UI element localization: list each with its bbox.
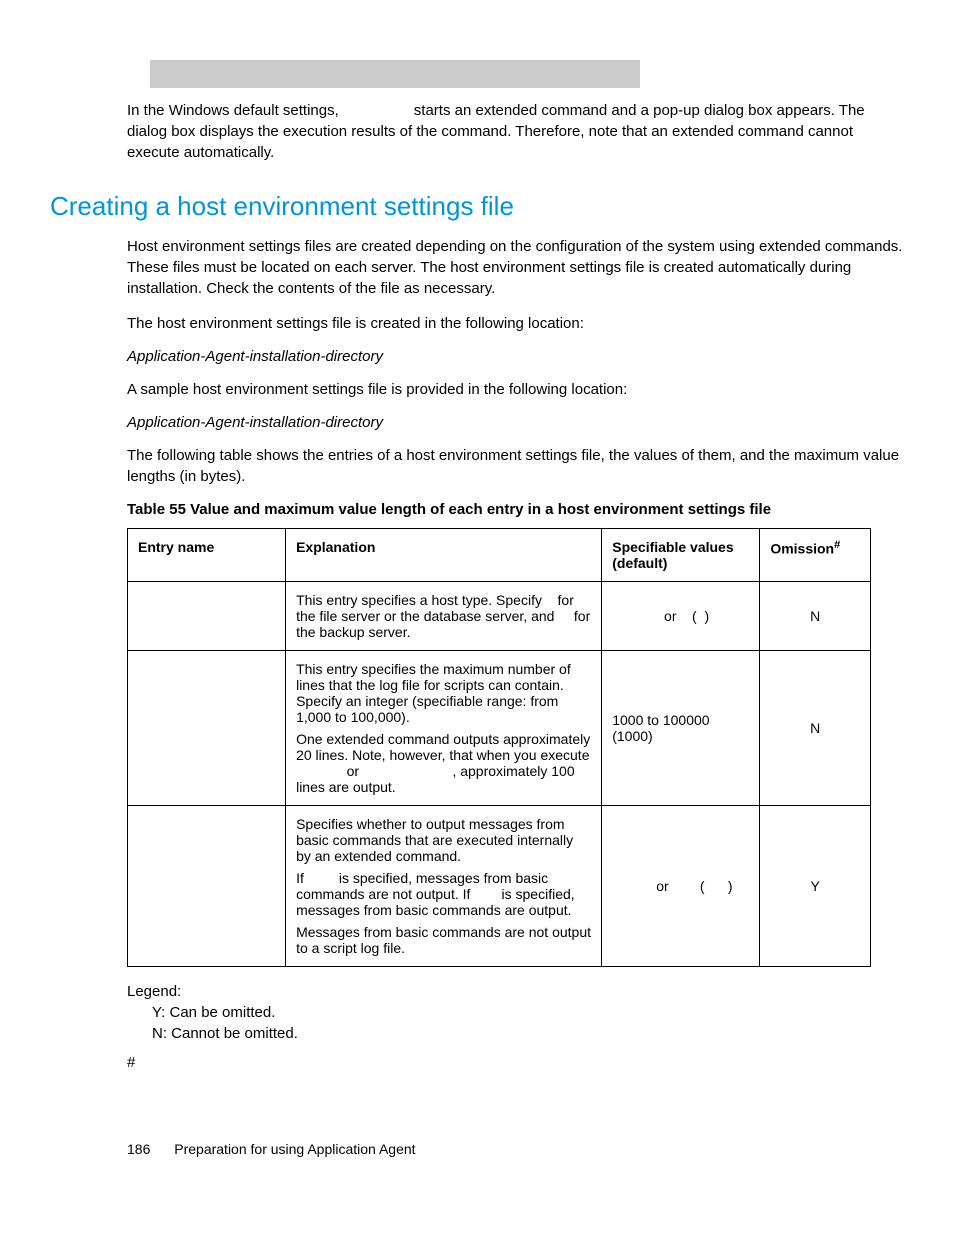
table-caption: Table 55 Value and maximum value length … — [127, 501, 904, 518]
cell-values: or ( ) — [602, 582, 760, 651]
table-row: This entry specifies a host type. Specif… — [128, 582, 871, 651]
legend-y: Y: Can be omitted. — [152, 1004, 904, 1021]
path-1: Application-Agent-installation-directory — [127, 348, 904, 365]
settings-table: Entry name Explanation Specifiable value… — [127, 528, 871, 967]
cell-omission: N — [760, 582, 871, 651]
legend-n: N: Cannot be omitted. — [152, 1025, 904, 1042]
cell-entry — [128, 582, 286, 651]
path-2: Application-Agent-installation-directory — [127, 414, 904, 431]
cell-values: or ( ) — [602, 806, 760, 967]
legend-title: Legend: — [127, 983, 904, 1000]
header-entry-name: Entry name — [128, 529, 286, 582]
paragraph-4: A sample host environment settings file … — [127, 379, 904, 400]
code-block — [150, 60, 640, 88]
table-header-row: Entry name Explanation Specifiable value… — [128, 529, 871, 582]
page-footer: 186 Preparation for using Application Ag… — [127, 1141, 904, 1157]
cell-entry — [128, 806, 286, 967]
page-number: 186 — [127, 1141, 150, 1157]
table-row: This entry specifies the maximum number … — [128, 651, 871, 806]
cell-omission: Y — [760, 806, 871, 967]
cell-values: 1000 to 100000 (1000) — [602, 651, 760, 806]
intro-paragraph: In the Windows default settings, starts … — [127, 100, 904, 163]
paragraph-6: The following table shows the entries of… — [127, 445, 904, 487]
table-row: Specifies whether to output messages fro… — [128, 806, 871, 967]
paragraph-1: Host environment settings files are crea… — [127, 236, 904, 299]
footnote-hash: # — [127, 1054, 904, 1071]
cell-explanation: This entry specifies the maximum number … — [286, 651, 602, 806]
header-explanation: Explanation — [286, 529, 602, 582]
footer-title: Preparation for using Application Agent — [174, 1141, 415, 1157]
paragraph-2: The host environment settings file is cr… — [127, 313, 904, 334]
cell-omission: N — [760, 651, 871, 806]
header-values: Specifiable values (default) — [602, 529, 760, 582]
section-heading: Creating a host environment settings fil… — [50, 191, 904, 222]
cell-explanation: Specifies whether to output messages fro… — [286, 806, 602, 967]
cell-entry — [128, 651, 286, 806]
cell-explanation: This entry specifies a host type. Specif… — [286, 582, 602, 651]
header-omission: Omission# — [760, 529, 871, 582]
